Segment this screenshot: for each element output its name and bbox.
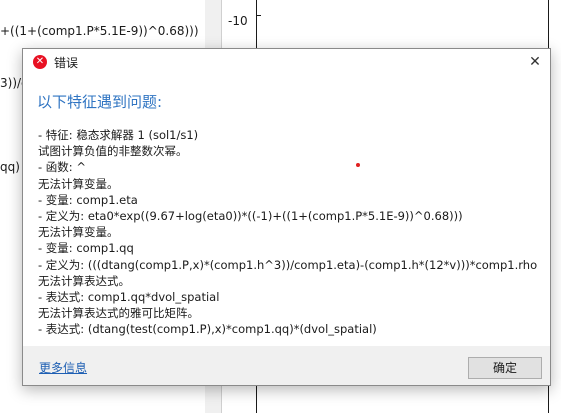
error-line: - 变量: comp1.qq	[38, 241, 134, 256]
error-line: - 定义为: (((dtang(comp1.P,x)*(comp1.h^3))/…	[38, 257, 538, 272]
code-line: +((1+(comp1.P*5.1E-9))^0.68)))	[0, 24, 199, 38]
code-line: qq)	[0, 160, 20, 174]
axis-tick-label: -10	[228, 14, 248, 28]
dialog-titlebar[interactable]: ✕ 错误 ✕	[23, 49, 550, 75]
error-line: - 函数: ^	[38, 160, 86, 175]
error-line: - 表达式: comp1.qq*dvol_spatial	[38, 290, 220, 305]
error-dialog: ✕ 错误 ✕ 以下特征遇到问题: - 特征: 稳态求解器 1 (sol1/s1)…	[22, 48, 551, 386]
error-line: - 表达式: (dtang(test(comp1.P),x)*comp1.qq)…	[38, 322, 377, 337]
dialog-footer: 更多信息 确定	[23, 346, 550, 385]
error-line: 无法计算变量。	[38, 225, 119, 240]
error-details: - 特征: 稳态求解器 1 (sol1/s1) 试图计算负值的非整数次幂。 - …	[38, 127, 548, 338]
error-line: 无法计算变量。	[38, 176, 119, 191]
dialog-title: 错误	[54, 56, 79, 70]
ok-button[interactable]: 确定	[468, 357, 542, 379]
error-line: - 变量: comp1.eta	[38, 192, 138, 207]
close-button[interactable]: ✕	[520, 49, 550, 75]
error-line: - 定义为: eta0*exp((9.67+log(eta0))*((-1)+(…	[38, 209, 463, 224]
error-line: - 特征: 稳态求解器 1 (sol1/s1)	[38, 128, 199, 142]
error-line: 无法计算表达式的雅可比矩阵。	[38, 306, 199, 321]
dialog-heading: 以下特征遇到问题:	[37, 93, 163, 111]
more-info-link[interactable]: 更多信息	[39, 359, 87, 376]
error-line: 无法计算表达式。	[38, 273, 130, 288]
error-icon: ✕	[33, 55, 47, 69]
dialog-content: 以下特征遇到问题: - 特征: 稳态求解器 1 (sol1/s1) 试图计算负值…	[23, 75, 550, 346]
error-line: 试图计算负值的非整数次幂。	[38, 144, 188, 159]
